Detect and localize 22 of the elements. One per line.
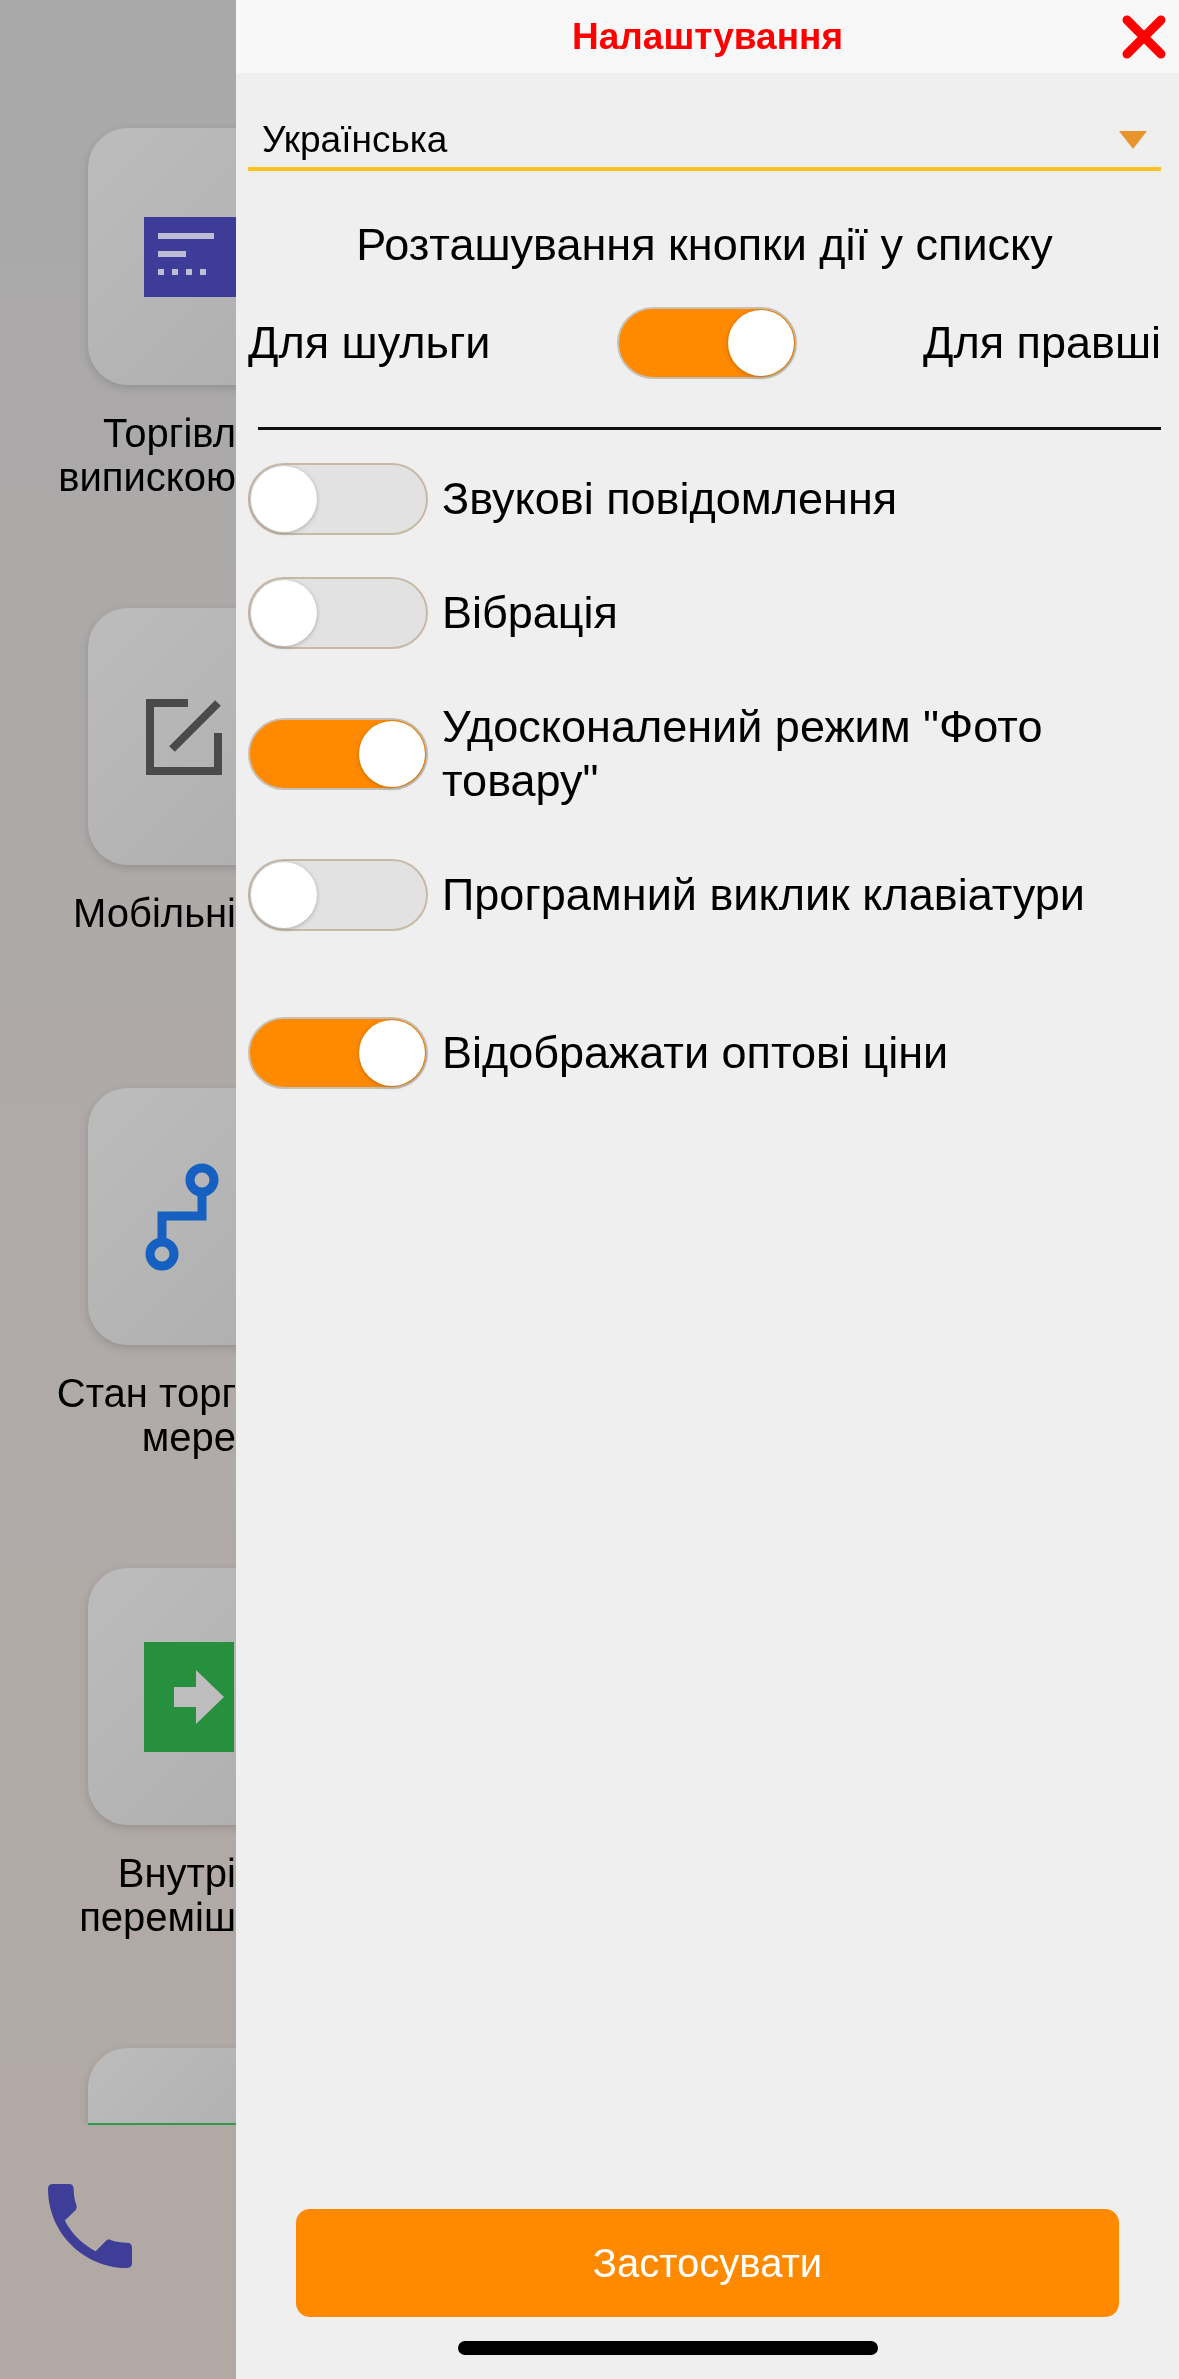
tile-label: Внутрі xyxy=(116,1851,236,1895)
option-label: Програмний виклик клавіатури xyxy=(442,868,1086,922)
tile-label: мере xyxy=(140,1415,236,1459)
edit-icon xyxy=(144,696,224,777)
option-label: Вібрація xyxy=(442,586,619,640)
exit-icon xyxy=(144,1641,234,1752)
option-label: Звукові повідомлення xyxy=(442,472,899,526)
tile-label: Торгівл xyxy=(102,411,236,455)
card-icon xyxy=(144,216,236,297)
option-label: Удосконалений режим "Фото товару" xyxy=(442,700,1044,808)
close-icon[interactable] xyxy=(1121,13,1167,60)
dropdown-arrow-icon xyxy=(1119,131,1147,149)
language-dropdown[interactable]: Українська xyxy=(248,113,1161,171)
toggle-label: Для правші xyxy=(922,317,1161,369)
section-heading: Розташування кнопки дії у списку xyxy=(355,219,1054,271)
tile-label: переміш xyxy=(78,1895,236,1939)
tile-label: випискою xyxy=(57,455,236,499)
toggle-label: Для шульги xyxy=(248,317,491,369)
tile-label: Мобільні xyxy=(72,891,236,935)
tile-label: Стан торг xyxy=(55,1371,236,1415)
option-label: Відображати оптові ціни xyxy=(442,1026,950,1080)
window-title: Налаштування xyxy=(571,15,844,58)
